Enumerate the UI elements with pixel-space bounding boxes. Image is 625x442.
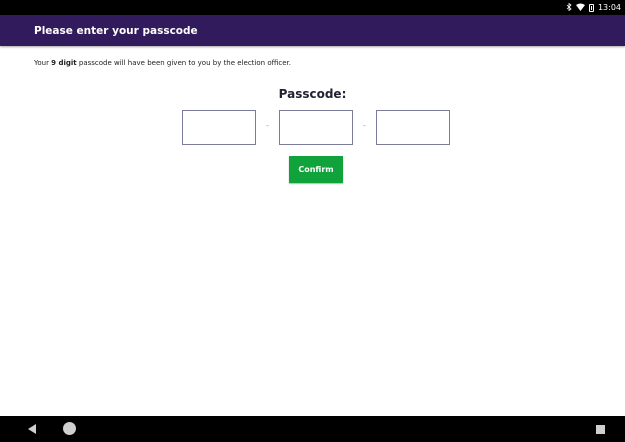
- bluetooth-icon: [566, 2, 572, 13]
- passcode-separator: -: [363, 121, 366, 130]
- status-time: 13:04: [597, 3, 621, 12]
- passcode-field-2[interactable]: [279, 110, 353, 145]
- instruction-suffix: passcode will have been given to you by …: [76, 59, 291, 67]
- instruction-emphasis: 9 digit: [51, 59, 77, 67]
- recents-icon[interactable]: [596, 425, 605, 434]
- instruction-text: Your 9 digit passcode will have been giv…: [34, 59, 291, 67]
- app-bar: Please enter your passcode: [0, 15, 625, 46]
- passcode-label: Passcode:: [278, 87, 347, 101]
- page-title: Please enter your passcode: [34, 24, 198, 37]
- passcode-field-1[interactable]: [182, 110, 256, 145]
- confirm-button[interactable]: Confirm: [289, 156, 343, 183]
- status-bar: 13:04: [0, 0, 625, 15]
- home-icon[interactable]: [63, 422, 76, 435]
- wifi-icon: [575, 3, 585, 13]
- instruction-prefix: Your: [34, 59, 52, 67]
- nav-bar: [0, 416, 625, 442]
- passcode-field-3[interactable]: [376, 110, 450, 145]
- passcode-separator: -: [266, 121, 269, 130]
- battery-icon: [588, 3, 594, 12]
- back-icon[interactable]: [28, 424, 36, 434]
